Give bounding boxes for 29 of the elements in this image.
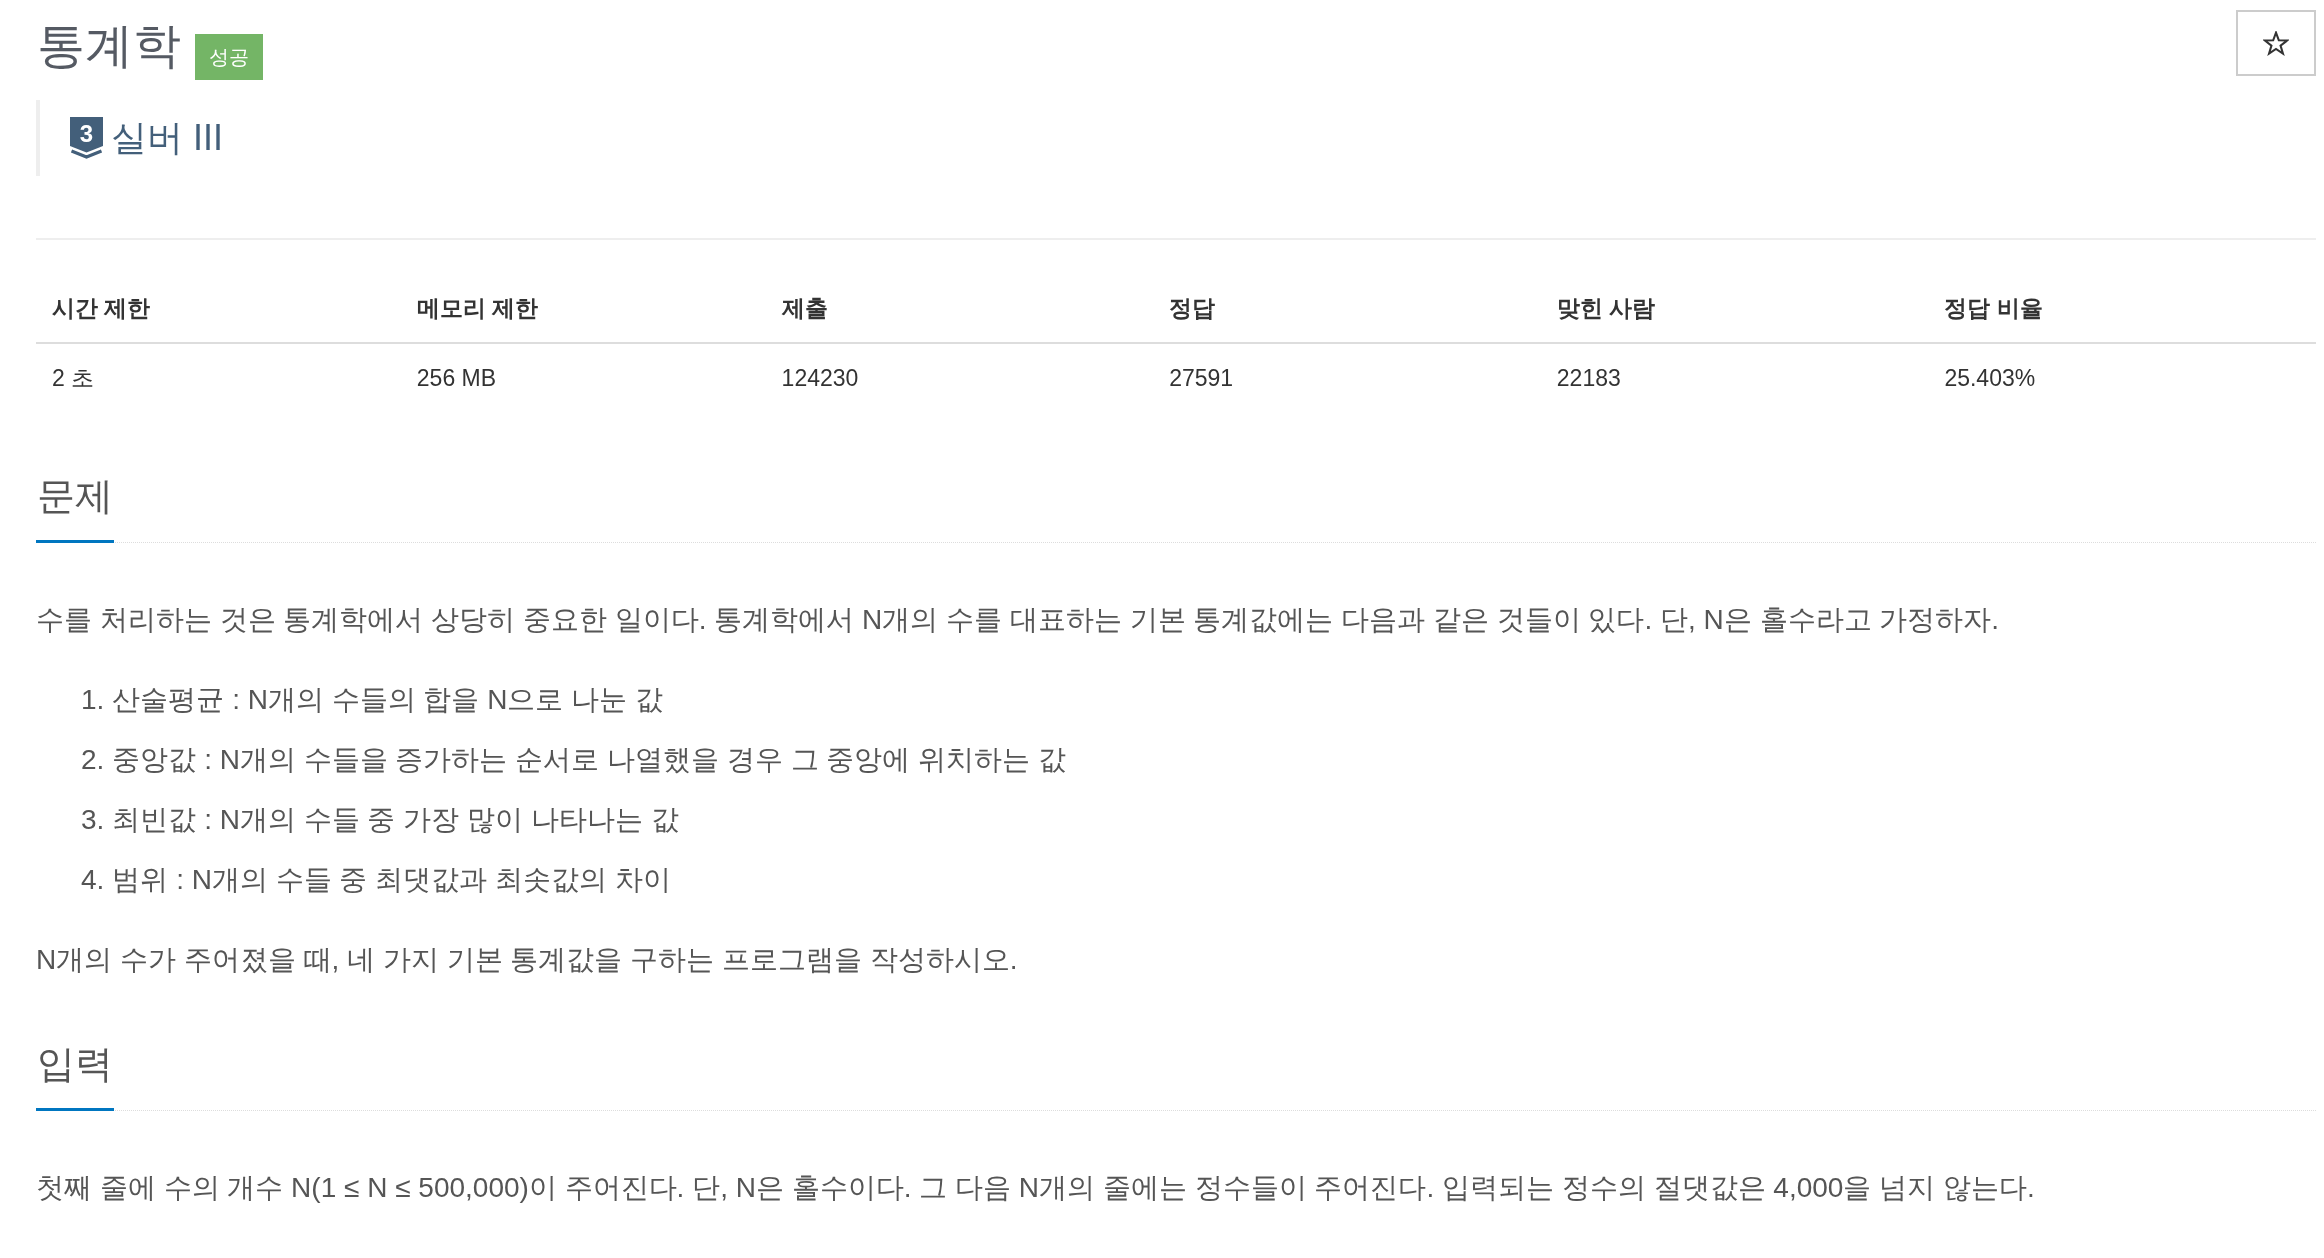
list-number: 1.	[81, 683, 105, 717]
column-header: 맞힌 사람	[1555, 294, 1657, 323]
column-header: 정답	[1168, 294, 1217, 323]
paragraph: 첫째 줄에 수의 개수 N(1 ≤ N ≤ 500,000)이 주어진다. 단, N은 홀수이다. 그 다음 N개의 줄에는 정수들이 주어진다. 입력되는 정수의 절댓값은 4,000을 넘지 않는다.	[36, 1171, 2036, 1205]
section-heading: 입력	[36, 1040, 114, 1111]
section-heading: 문제	[36, 472, 114, 543]
table-cell-text: 124230	[780, 364, 860, 393]
table-cell-text: 25.403%	[1943, 364, 2037, 393]
list-number: 4.	[81, 863, 105, 897]
problem-title: 통계학	[37, 18, 181, 73]
list-number: 2.	[81, 743, 105, 777]
table-cell-text: 256 MB	[415, 364, 498, 393]
list-item-text: 산술평균 : N개의 수들의 합을 N으로 나눈 값	[112, 683, 664, 717]
table-cell-text: 22183	[1555, 364, 1622, 393]
column-header: 시간 제한	[51, 294, 152, 323]
result-label: 성공	[195, 34, 263, 80]
column-header: 메모리 제한	[415, 294, 540, 323]
list-number: 3.	[81, 803, 105, 837]
list-item-text: 최빈값 : N개의 수들 중 가장 많이 나타나는 값	[112, 803, 679, 837]
favorite-button[interactable]	[2236, 10, 2316, 76]
list-item-text: 범위 : N개의 수들 중 최댓값과 최솟값의 차이	[112, 863, 671, 897]
tier-label[interactable]: 실버 III	[111, 113, 223, 163]
paragraph: N개의 수가 주어졌을 때, 네 가지 기본 통계값을 구하는 프로그램을 작성하시오.	[36, 943, 1019, 977]
column-header: 제출	[780, 294, 829, 323]
paragraph: 수를 처리하는 것은 통계학에서 상당히 중요한 일이다. 통계학에서 N개의 수를 대표하는 기본 통계값에는 다음과 같은 것들이 있다. 단, N은 홀수라고 가정하자.	[36, 603, 2001, 637]
table-cell-text: 2 초	[51, 364, 96, 393]
table-cell-text: 27591	[1168, 364, 1235, 393]
column-header: 정답 비율	[1943, 294, 2044, 323]
list-item-text: 중앙값 : N개의 수들을 증가하는 순서로 나열했을 경우 그 중앙에 위치하는 값	[112, 743, 1066, 777]
